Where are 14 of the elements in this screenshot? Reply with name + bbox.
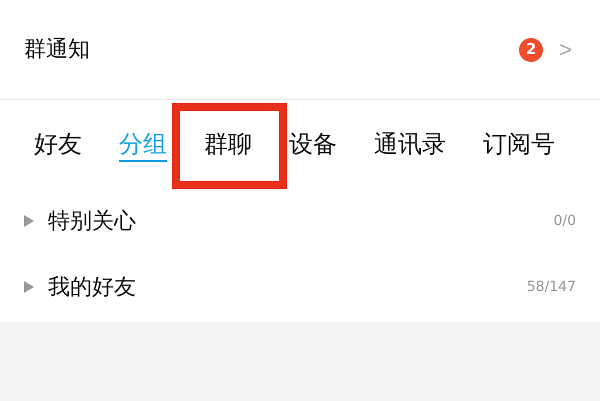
group-name: 特别关心	[48, 208, 137, 236]
chevron-icon: >	[559, 33, 572, 66]
group-row[interactable]: 特别关心 0/0	[0, 188, 600, 254]
tab[interactable]: 通讯录	[374, 126, 446, 162]
group-name: 我的好友	[48, 274, 137, 302]
tab[interactable]: 群聊	[204, 126, 252, 162]
tab[interactable]: 设备	[289, 126, 337, 162]
group-count: 0/0	[553, 212, 576, 230]
tab[interactable]: 订阅号	[483, 126, 555, 162]
group-count: 58/147	[526, 278, 576, 296]
count-badge: 2	[519, 38, 544, 62]
notice-title[interactable]: 群通知	[24, 33, 520, 66]
group-row[interactable]: 我的好友 58/147	[0, 254, 600, 320]
tab[interactable]: 好友	[34, 126, 82, 162]
